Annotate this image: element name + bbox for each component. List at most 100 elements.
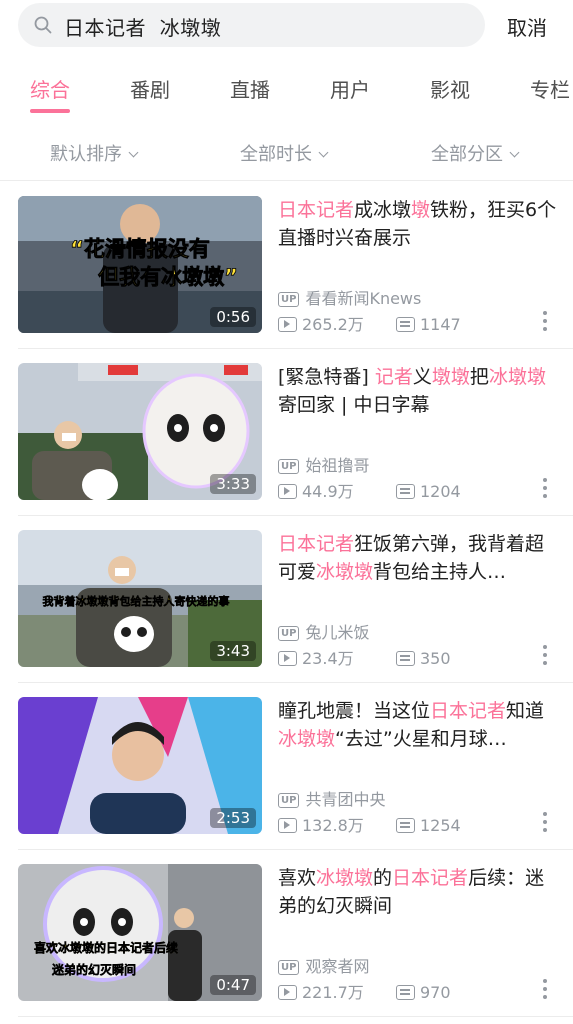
uploader[interactable]: UP 共青团中央 [278, 786, 385, 810]
title-highlight: 墩 [411, 199, 431, 221]
more-options-icon[interactable] [540, 478, 550, 502]
up-badge: UP [278, 626, 300, 641]
uploader-name: 始祖撸哥 [305, 456, 370, 475]
play-count-icon [278, 484, 297, 499]
chevron-down-icon [318, 147, 329, 158]
danmaku-icon [396, 484, 415, 499]
video-thumbnail[interactable]: “花滑情报没有 但我有冰墩墩” 0:56 [18, 196, 262, 333]
video-stats: 265.2万 1147 [278, 311, 461, 335]
title-highlight: 日本记者 [278, 533, 355, 555]
duration-badge: 0:56 [210, 307, 256, 327]
uploader[interactable]: UP 始祖撸哥 [278, 452, 369, 476]
search-icon [34, 16, 52, 34]
uploader-name: 看看新闻Knews [305, 289, 422, 308]
search-query: 日本记者 冰墩墩 [64, 16, 222, 40]
uploader[interactable]: UP 观察者网 [278, 953, 369, 977]
tab-film-tv[interactable]: 影视 [430, 74, 470, 103]
thumb-caption-line-1: 喜欢冰墩墩的日本记者后续 [34, 940, 178, 955]
up-badge: UP [278, 793, 300, 808]
video-stats: 221.7万 970 [278, 979, 451, 1003]
video-item[interactable]: 喜欢冰墩墩的日本记者后续 迷弟的幻灭瞬间 0:47 喜欢冰墩墩的日本记者后续：迷… [0, 849, 573, 1017]
view-count: 23.4万 [302, 649, 354, 668]
video-item[interactable]: 我背着冰墩墩背包给主持人寄快递的事 3:43 日本记者狂饭第六弹，我背着超可爱冰… [0, 515, 573, 683]
video-item[interactable]: 2:53 瞳孔地震！当这位日本记者知道冰墩墩“去过”火星和月球… UP 共青团中央… [0, 682, 573, 850]
video-item[interactable]: 3:33 [緊急特番] 记者义墩墩把冰墩墩寄回家 | 中日字幕 UP 始祖撸哥 4… [0, 348, 573, 516]
view-count: 221.7万 [302, 983, 364, 1002]
more-options-icon[interactable] [540, 645, 550, 669]
uploader[interactable]: UP 兔儿米饭 [278, 619, 369, 643]
uploader[interactable]: UP 看看新闻Knews [278, 285, 421, 309]
video-thumbnail[interactable]: 喜欢冰墩墩的日本记者后续 迷弟的幻灭瞬间 0:47 [18, 864, 262, 1001]
video-title[interactable]: 日本记者狂饭第六弹，我背着超可爱冰墩墩背包给主持人… [278, 530, 558, 586]
more-options-icon[interactable] [540, 812, 550, 836]
view-count: 132.8万 [302, 816, 364, 835]
video-title[interactable]: 日本记者成冰墩墩铁粉，狂买6个直播时兴奋展示 [278, 196, 558, 252]
title-text: 义 [412, 366, 432, 388]
video-thumbnail[interactable]: 3:33 [18, 363, 262, 500]
danmaku-count: 1254 [420, 816, 461, 835]
thumb-caption-line-2: 但我有冰墩墩” [98, 265, 238, 289]
video-stats: 23.4万 350 [278, 645, 451, 669]
duration-filter-label: 全部时长 [240, 144, 312, 165]
title-highlight: 日本记者 [278, 199, 355, 221]
category-filter-label: 全部分区 [431, 144, 503, 165]
sort-filter[interactable]: 默认排序 [50, 140, 139, 166]
danmaku-icon [396, 651, 415, 666]
video-title[interactable]: 喜欢冰墩墩的日本记者后续：迷弟的幻灭瞬间 [278, 864, 558, 920]
up-badge: UP [278, 459, 300, 474]
duration-filter[interactable]: 全部时长 [240, 140, 329, 166]
view-count: 265.2万 [302, 315, 364, 334]
tab-comprehensive[interactable]: 综合 [30, 74, 70, 103]
play-count-icon [278, 651, 297, 666]
video-thumbnail[interactable]: 2:53 [18, 697, 262, 834]
divider [18, 1016, 573, 1017]
tab-users[interactable]: 用户 [330, 74, 370, 103]
tab-live[interactable]: 直播 [230, 74, 270, 103]
uploader-name: 兔儿米饭 [305, 623, 370, 642]
video-item[interactable]: “花滑情报没有 但我有冰墩墩” 0:56 日本记者成冰墩墩铁粉，狂买6个直播时兴… [0, 181, 573, 349]
video-thumbnail[interactable]: 我背着冰墩墩背包给主持人寄快递的事 3:43 [18, 530, 262, 667]
view-count: 44.9万 [302, 482, 354, 501]
search-input[interactable]: 日本记者 冰墩墩 [18, 3, 485, 47]
tab-bangumi[interactable]: 番剧 [130, 74, 170, 103]
more-options-icon[interactable] [540, 311, 550, 335]
title-text: 喜欢 [278, 867, 317, 889]
video-title[interactable]: 瞳孔地震！当这位日本记者知道冰墩墩“去过”火星和月球… [278, 697, 558, 753]
tab-bar: 综合 番剧 直播 用户 影视 专栏 [0, 62, 573, 118]
danmaku-icon [396, 317, 415, 332]
thumb-caption-line-2: 迷弟的幻灭瞬间 [51, 962, 136, 977]
up-badge: UP [278, 292, 300, 307]
duration-badge: 3:33 [210, 474, 256, 494]
danmaku-icon [396, 985, 415, 1000]
title-highlight: 记者 [374, 366, 413, 388]
title-highlight: 日本记者 [430, 700, 507, 722]
up-badge: UP [278, 960, 300, 975]
filter-bar: 默认排序 全部时长 全部分区 [0, 128, 573, 176]
duration-badge: 2:53 [210, 808, 256, 828]
uploader-name: 共青团中央 [305, 790, 386, 809]
cancel-button[interactable]: 取消 [507, 12, 547, 41]
active-tab-indicator [30, 109, 70, 113]
more-options-icon[interactable] [540, 979, 550, 1003]
tab-articles[interactable]: 专栏 [530, 74, 570, 103]
title-text: 寄回家 | 中日字幕 [278, 394, 430, 416]
title-text: 背包给主持人… [373, 561, 507, 583]
title-highlight: 冰墩墩 [316, 561, 374, 583]
title-highlight: 冰墩墩 [278, 728, 336, 750]
chevron-down-icon [128, 147, 139, 158]
play-count-icon [278, 985, 297, 1000]
search-bar: 日本记者 冰墩墩 取消 [0, 0, 573, 52]
play-count-icon [278, 818, 297, 833]
title-highlight: 墩墩 [431, 366, 470, 388]
title-highlight: 日本记者 [392, 867, 469, 889]
title-text: 把 [469, 366, 489, 388]
chevron-down-icon [509, 147, 520, 158]
category-filter[interactable]: 全部分区 [431, 140, 520, 166]
title-text: 瞳孔地震！当这位 [278, 700, 431, 722]
title-text: 知道 [506, 700, 545, 722]
danmaku-count: 1147 [420, 315, 461, 334]
play-count-icon [278, 317, 297, 332]
thumb-caption-line-1: 我背着冰墩墩背包给主持人寄快递的事 [43, 594, 230, 608]
video-title[interactable]: [緊急特番] 记者义墩墩把冰墩墩寄回家 | 中日字幕 [278, 363, 558, 419]
title-highlight: 冰墩墩 [316, 867, 374, 889]
